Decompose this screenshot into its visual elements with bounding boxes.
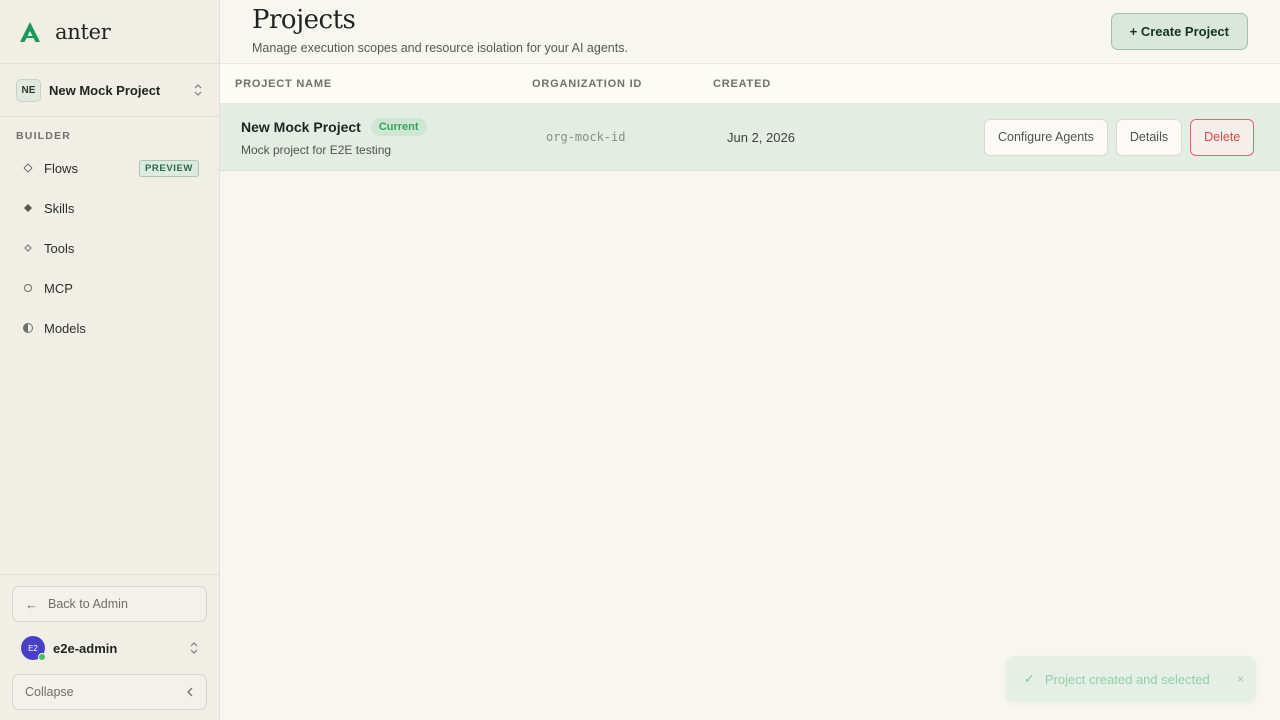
sidebar-item-label: Skills [44, 200, 75, 216]
user-menu[interactable]: E2 e2e-admin [12, 622, 207, 674]
brand: anter [0, 0, 219, 64]
current-badge: Current [370, 117, 427, 136]
toast-message: Project created and selected [1044, 671, 1210, 687]
sidebar-item-mcp[interactable]: MCP [0, 268, 219, 308]
close-icon[interactable]: × [1237, 672, 1244, 686]
diamond-outline-icon [22, 162, 34, 174]
collapse-sidebar-button[interactable]: Collapse [12, 674, 207, 710]
created-date: Jun 2, 2026 [727, 129, 795, 145]
sidebar-item-label: Flows [44, 160, 78, 176]
sidebar-item-tools[interactable]: Tools [0, 228, 219, 268]
project-name: New Mock Project [241, 118, 361, 135]
column-header-organization-id: ORGANIZATION ID [532, 77, 643, 90]
projects-table: PROJECT NAME ORGANIZATION ID CREATED New… [220, 64, 1280, 171]
project-name-cell: New Mock Project Current Mock project fo… [220, 117, 546, 157]
sidebar-item-label: Models [44, 320, 86, 336]
configure-agents-button[interactable]: Configure Agents [984, 118, 1108, 156]
table-row[interactable]: New Mock Project Current Mock project fo… [220, 104, 1280, 171]
diamond-small-icon [22, 242, 34, 254]
delete-button[interactable]: Delete [1190, 118, 1255, 156]
user-name: e2e-admin [53, 640, 118, 656]
back-to-admin-label: Back to Admin [48, 597, 128, 611]
project-badge: NE [16, 78, 41, 102]
sidebar-item-label: Tools [44, 240, 75, 256]
preview-badge: PREVIEW [138, 159, 199, 177]
collapse-label: Collapse [25, 685, 74, 699]
project-switcher[interactable]: NE New Mock Project [0, 64, 219, 117]
project-description: Mock project for E2E testing [241, 142, 392, 157]
table-header: PROJECT NAME ORGANIZATION ID CREATED [220, 64, 1280, 104]
details-button[interactable]: Details [1115, 118, 1183, 156]
sidebar-item-label: MCP [44, 280, 73, 296]
row-actions: Configure Agents Details Delete [984, 118, 1255, 156]
back-to-admin-button[interactable]: ← Back to Admin [12, 586, 207, 622]
avatar-initials: E2 [28, 643, 38, 653]
chevron-left-icon [187, 687, 193, 697]
sidebar-footer: ← Back to Admin E2 e2e-admin Collapse [0, 574, 219, 720]
brand-name: anter [55, 19, 111, 44]
check-icon: ✓ [1024, 671, 1035, 686]
sidebar: anter NE New Mock Project BUILDER Flows … [0, 0, 220, 720]
sidebar-item-skills[interactable]: Skills [0, 188, 219, 228]
arrow-left-icon: ← [25, 596, 38, 612]
online-status-icon [38, 653, 46, 661]
project-switcher-name: New Mock Project [49, 82, 161, 98]
sidebar-item-models[interactable]: Models [0, 308, 219, 348]
organization-id: org-mock-id [546, 130, 626, 144]
chevron-up-down-icon [194, 84, 202, 96]
page-header: Projects Manage execution scopes and res… [220, 0, 1280, 64]
diamond-filled-icon [22, 202, 34, 214]
avatar: E2 [21, 636, 46, 661]
create-project-button[interactable]: + Create Project [1110, 13, 1248, 50]
column-header-created: CREATED [713, 77, 771, 90]
column-header-project-name: PROJECT NAME [235, 77, 332, 90]
success-toast: ✓ Project created and selected × [1006, 656, 1256, 702]
brand-logo-icon [20, 21, 40, 42]
half-circle-icon [22, 322, 34, 334]
section-label-builder: BUILDER [16, 130, 72, 142]
sidebar-item-flows[interactable]: Flows PREVIEW [0, 148, 219, 188]
circle-outline-icon [22, 282, 34, 294]
main-content: Projects Manage execution scopes and res… [220, 0, 1280, 720]
chevron-up-down-icon [190, 642, 198, 654]
